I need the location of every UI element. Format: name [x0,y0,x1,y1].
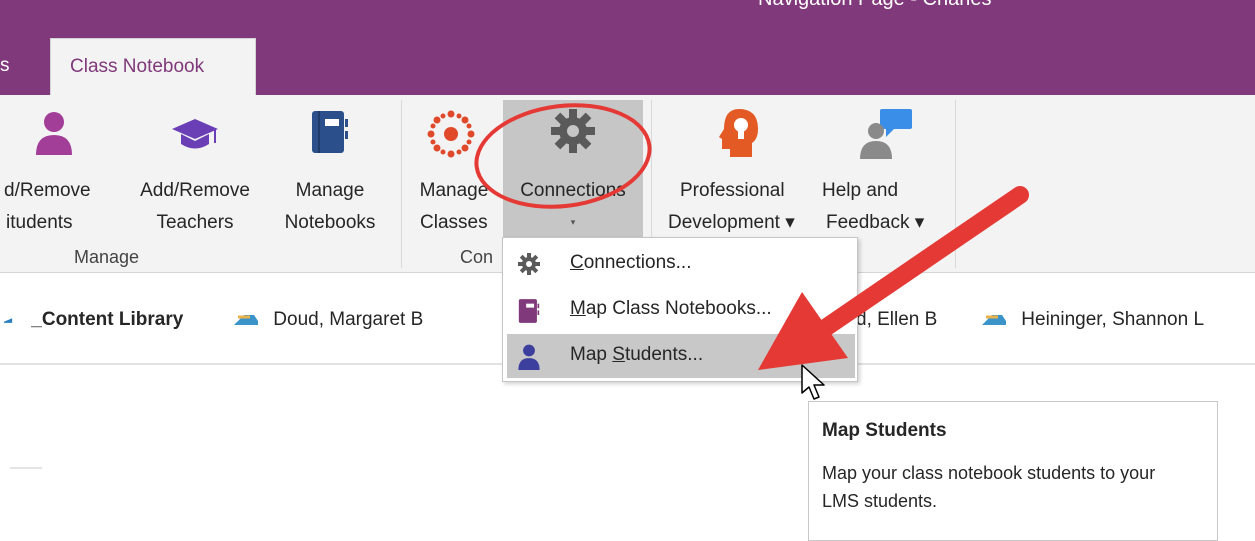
add-remove-students-button[interactable]: d/Remove itudents [0,105,120,235]
manage-notebooks-button[interactable]: Manage Notebooks [268,105,392,235]
add-remove-teachers-label-1: Add/Remove [140,180,250,201]
annotation-arrow [758,186,1029,370]
notebook-icon [312,111,348,153]
add-remove-teachers-button[interactable]: Add/Remove Teachers [124,105,266,235]
notebook-tab-label: _Content Library [31,309,184,330]
notebook-tab-icon [4,318,13,323]
add-remove-students-label-1: d/Remove [4,180,91,201]
tab-class-notebook[interactable]: Class Notebook [50,38,256,96]
tab-class-notebook-label: Class Notebook [70,56,205,77]
notebook-tab-label: Doud, Margaret B [273,309,424,330]
tab-partial[interactable]: s [0,55,10,77]
window-title: Navigation Page - Charles [758,0,991,11]
graduation-cap-icon [172,119,218,149]
manage-classes-label-2: Classes [420,212,488,233]
manage-notebooks-label-1: Manage [295,180,365,201]
notebook-tab-doud-margaret[interactable]: Doud, Margaret B [234,309,423,331]
menu-item-label: Map Students... [570,344,704,365]
lightbulb-head-icon [719,109,758,157]
manage-notebooks-label-2: Notebooks [284,212,376,233]
mouse-cursor-icon [801,364,825,400]
lms-logo-icon [427,110,475,158]
notebook-tab-content-library[interactable]: _Content Library [4,309,183,331]
page-divider [10,467,42,469]
gear-icon [518,253,540,275]
speech-person-icon [860,109,912,159]
group-label-manage: Manage [74,247,140,267]
student-person-icon [518,344,540,370]
notebook-tab-icon [234,314,258,325]
ribbon-group-separator [401,100,402,268]
add-remove-teachers-label-2: Teachers [156,212,234,233]
group-label-connections: Con [460,247,494,267]
tooltip-map-students: Map Students Map your class notebook stu… [808,401,1218,541]
connections-dropdown-arrow[interactable]: ▾ [503,209,643,236]
student-person-icon [36,112,72,155]
tooltip-body: Map your class notebook students to your… [822,463,1156,511]
tooltip-title: Map Students [822,420,947,441]
notebook-tab-label: Heininger, Shannon L [1021,309,1205,330]
add-remove-students-label-2: itudents [6,212,73,233]
notebook-icon [518,299,540,323]
menu-item-label: Connections... [570,252,692,273]
